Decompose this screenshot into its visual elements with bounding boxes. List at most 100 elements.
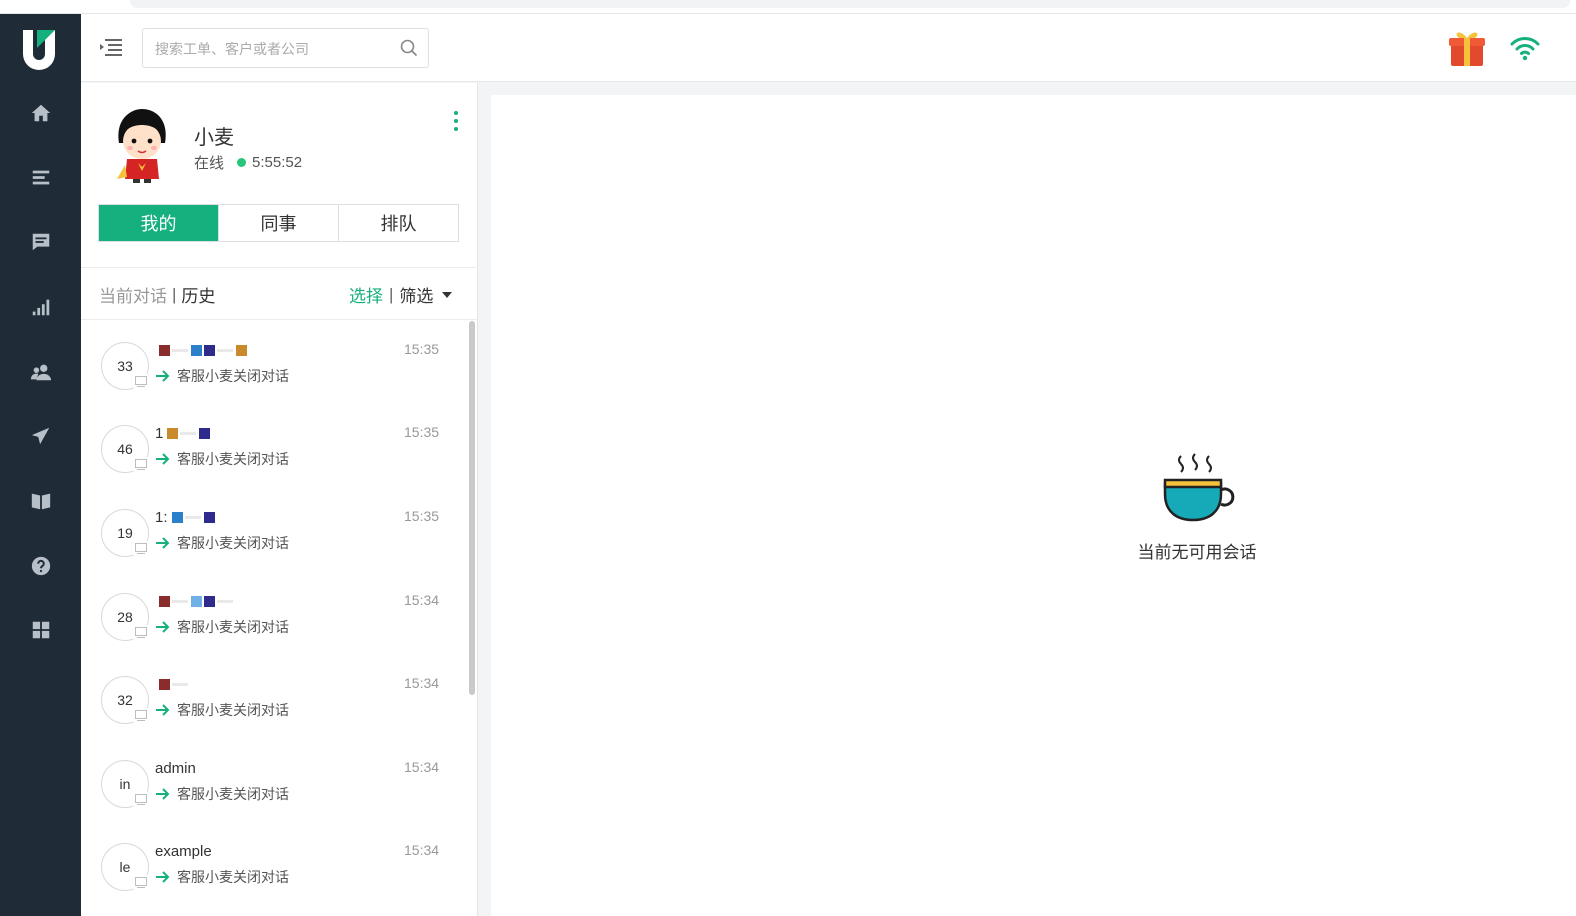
last-message-text: 客服小麦关闭对话 [177,869,289,885]
help-icon [31,556,50,576]
logo-icon[interactable] [21,28,57,70]
last-message: 客服小麦关闭对话 [155,784,289,804]
filter-dropdown[interactable]: 筛选 [399,282,453,307]
subtabs: 当前对话 | 历史 [99,282,215,307]
menu-toggle-icon[interactable] [99,36,123,58]
conversation-item[interactable]: 46 1 15:35 客服小麦关闭对话 [81,404,466,488]
conversation-time: 15:35 [404,508,440,524]
conversation-item[interactable]: 32 15:34 客服小麦关闭对话 [81,655,466,739]
last-message: 客服小麦关闭对话 [155,366,289,386]
redaction-blur [172,599,188,603]
sidebar-item-apps[interactable] [0,608,81,652]
sidebar-item-send[interactable] [0,414,81,458]
subtab-current[interactable]: 当前对话 [99,282,167,307]
conversation-time: 15:35 [404,341,440,357]
gift-icon[interactable] [1445,26,1489,70]
more-dot-icon [454,119,458,123]
knowledge-icon [31,493,50,510]
redaction-block [167,427,179,439]
agent-online-time: 5:55:52 [252,154,303,171]
redaction-blur [184,515,201,519]
sidebar-item-chat[interactable] [0,220,81,264]
select-button[interactable]: 选择 [349,282,383,307]
agent-avatar[interactable] [111,107,173,183]
conversation-item[interactable]: 28 15:34 客服小麦关闭对话 [81,572,466,656]
conversation-time: 15:34 [404,759,440,775]
empty-state-text: 当前无可用会话 [1137,543,1257,562]
sidebar-item-tickets[interactable] [0,156,81,200]
apps-icon [32,621,49,639]
more-dot-icon [454,111,458,115]
sidebar-item-knowledge[interactable] [0,479,81,523]
redaction-block [191,344,202,356]
redaction-blur [217,348,233,352]
more-dot-icon [454,127,458,131]
visitor-name [155,674,191,694]
visitor-name [155,340,249,360]
redaction-block [199,427,211,439]
last-message: 客服小麦关闭对话 [155,533,289,553]
redaction-block [204,595,215,607]
tickets-icon [32,170,49,185]
redaction-block [191,595,202,607]
last-message-text: 客服小麦关闭对话 [177,619,289,635]
subtab-history[interactable]: 历史 [181,282,215,307]
visitor-name-text: 1 [155,424,164,442]
conversation-item[interactable]: 33 15:35 客服小麦关闭对话 [81,321,466,405]
last-message: 客服小麦关闭对话 [155,700,289,720]
empty-state: 当前无可用会话 [1127,452,1267,563]
search-icon[interactable] [400,39,418,57]
sidebar-item-stats[interactable] [0,285,81,329]
agent-name: 小麦 [194,127,234,149]
visitor-name-text: admin [155,759,196,777]
wifi-icon[interactable] [1509,34,1541,62]
last-message-text: 客服小麦关闭对话 [177,451,289,467]
redaction-blur [172,348,188,352]
list-actions: 选择 | 筛选 [349,282,453,307]
arrow-right-icon [156,370,170,382]
redaction-block [236,344,247,356]
last-message: 客服小麦关闭对话 [155,617,289,637]
tab-queue[interactable]: 排队 [339,205,458,241]
agent-status-label: 在线 [194,155,225,172]
sidebar-item-home[interactable] [0,91,81,135]
coffee-cup-icon [1163,453,1235,522]
desktop-icon [133,792,149,806]
desktop-icon [133,625,149,639]
visitor-name: 1: [155,507,217,527]
online-dot-icon [237,158,247,167]
last-message: 客服小麦关闭对话 [155,449,289,469]
send-icon [31,427,49,445]
arrow-right-icon [156,788,170,800]
caret-down-icon [442,291,453,298]
tab-mine[interactable]: 我的 [99,205,219,241]
redaction-block [203,511,215,523]
desktop-icon [133,875,149,889]
browser-address-strip [130,0,1570,8]
divider [81,267,478,268]
conversation-time: 15:35 [404,424,440,440]
filter-label: 筛选 [399,287,434,306]
visitor-name [155,591,236,611]
divider [81,319,478,320]
more-options-button[interactable] [449,109,463,133]
arrow-right-icon [156,453,170,465]
conversation-item[interactable]: le example 15:34 客服小麦关闭对话 [81,822,466,906]
conversation-time: 15:34 [404,592,440,608]
chat-area: 当前无可用会话 [491,95,1576,916]
home-icon [31,104,50,122]
conversation-item[interactable]: 19 1: 15:35 客服小麦关闭对话 [81,488,466,572]
scrollbar[interactable] [469,321,475,695]
conversation-item[interactable]: in admin 15:34 客服小麦关闭对话 [81,739,466,823]
tab-colleagues[interactable]: 同事 [219,205,339,241]
separator: | [172,284,177,304]
redaction-blur [180,431,197,435]
search-input[interactable] [155,37,395,61]
desktop-icon [133,374,149,388]
sidebar-item-help[interactable] [0,544,81,588]
arrow-right-icon [156,621,170,633]
sidebar-item-customers[interactable] [0,350,81,394]
last-message-text: 客服小麦关闭对话 [177,368,289,384]
visitor-name-text: 1: [155,508,168,526]
arrow-right-icon [156,537,170,549]
